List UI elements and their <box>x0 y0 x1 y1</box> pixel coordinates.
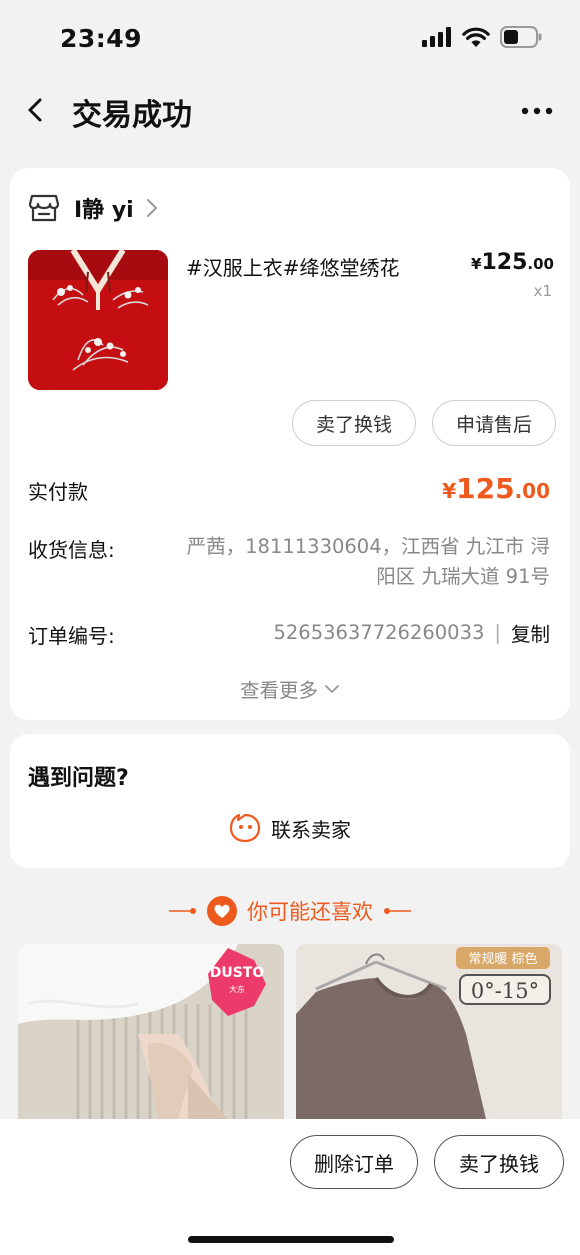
shipping-label: 收货信息: <box>28 538 115 562</box>
paid-currency: ¥ <box>442 479 457 503</box>
fish-mascot-icon <box>229 813 261 843</box>
product-thumbnail[interactable] <box>28 250 168 390</box>
brand-badge-subtext: 大东 <box>229 984 245 994</box>
product-title[interactable]: #汉服上衣#绛悠堂绣花 <box>186 252 400 281</box>
status-icons <box>422 26 542 48</box>
shop-icon <box>28 194 60 222</box>
nav-bar: 交易成功 <box>0 80 580 142</box>
product-price: ¥125.00 <box>471 250 554 275</box>
help-card: 遇到问题? 联系卖家 <box>10 734 570 868</box>
brand-badge-text: DUSTO <box>210 965 265 981</box>
price-integer: 125 <box>481 250 528 275</box>
contact-seller-label: 联系卖家 <box>271 817 351 842</box>
cellular-signal-icon <box>422 27 451 47</box>
recommended-item-shoes[interactable]: DUSTO 大东 <box>18 944 284 1119</box>
shop-row[interactable]: I静 yi <box>28 192 158 224</box>
more-icon[interactable] <box>520 94 554 126</box>
recommendation-header: 你可能还喜欢 <box>0 896 580 926</box>
page-title: 交易成功 <box>72 98 192 133</box>
right-ornament-icon <box>384 908 411 914</box>
delete-order-button[interactable]: 删除订单 <box>290 1135 418 1189</box>
product-quantity: x1 <box>533 282 552 300</box>
paid-integer: 125 <box>456 472 515 505</box>
sell-button[interactable]: 卖了换钱 <box>292 400 416 446</box>
battery-icon <box>500 26 542 48</box>
bottom-action-bar: 删除订单 卖了换钱 <box>0 1119 580 1255</box>
temperature-range: 0°-15° <box>471 979 539 1003</box>
paid-decimal: .00 <box>514 479 550 503</box>
price-currency: ¥ <box>471 255 482 273</box>
sell-for-cash-button[interactable]: 卖了换钱 <box>434 1135 564 1189</box>
paid-label: 实付款 <box>28 480 88 504</box>
status-bar: 23:49 <box>0 0 580 76</box>
heart-icon <box>207 896 237 926</box>
paid-amount: ¥125.00 <box>442 472 550 505</box>
order-separator: | <box>494 621 501 644</box>
order-number: 52653637726260033 <box>273 621 485 644</box>
order-card: I静 yi #汉服上衣#绛悠堂绣花 ¥125.00 x1 卖了换钱 申请售后 实… <box>10 168 570 720</box>
recommended-item-sweater[interactable]: 常规暖 棕色 0°-15° <box>296 944 562 1119</box>
chevron-down-icon <box>325 684 339 693</box>
copy-button[interactable]: 复制 <box>511 618 550 647</box>
contact-seller-button[interactable]: 联系卖家 <box>10 812 570 844</box>
shipping-value: 严茜，18111330604，江西省 九江市 浔阳区 九瑞大道 91号 <box>186 535 550 588</box>
back-arrow-icon[interactable] <box>22 94 50 126</box>
shop-name[interactable]: I静 yi <box>74 192 134 224</box>
shoes-image: DUSTO 大东 <box>18 944 284 1119</box>
warmth-tag: 常规暖 棕色 <box>468 951 537 967</box>
left-ornament-icon <box>169 908 196 914</box>
see-more-label: 查看更多 <box>239 679 318 702</box>
see-more-button[interactable]: 查看更多 <box>10 674 570 703</box>
help-title: 遇到问题? <box>28 766 129 791</box>
home-indicator[interactable] <box>188 1236 394 1243</box>
after-sale-button[interactable]: 申请售后 <box>432 400 556 446</box>
product-image <box>28 250 168 390</box>
status-time: 23:49 <box>60 24 143 53</box>
wifi-icon <box>462 27 490 47</box>
order-number-label: 订单编号: <box>28 624 115 648</box>
order-number-row: 52653637726260033 | 复制 <box>273 618 550 647</box>
price-decimal: .00 <box>527 255 554 273</box>
chevron-right-icon <box>146 199 157 217</box>
recommendation-title: 你可能还喜欢 <box>247 900 373 924</box>
sweater-image: 常规暖 棕色 0°-15° <box>296 944 562 1119</box>
